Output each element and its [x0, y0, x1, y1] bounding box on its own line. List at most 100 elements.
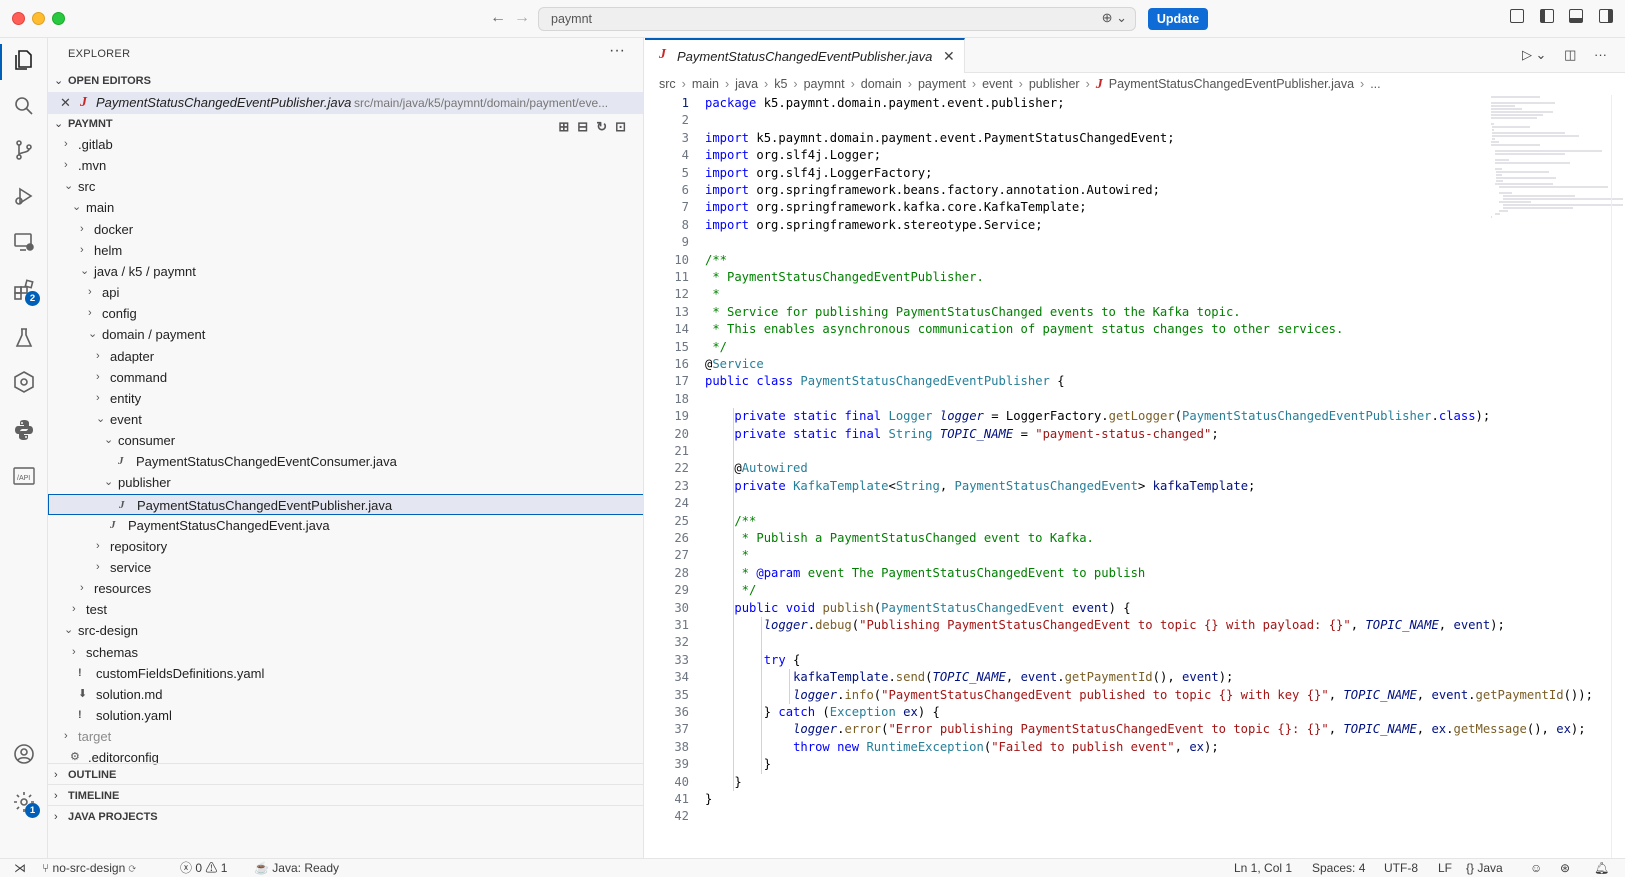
code-line[interactable]: throw new RuntimeException("Failed to pu…	[705, 739, 1219, 756]
breadcrumb-symbol[interactable]: ...	[1370, 77, 1380, 91]
source-control-icon[interactable]	[12, 138, 36, 162]
folder-item[interactable]: ⌄ publisher	[48, 472, 643, 493]
code-editor[interactable]: 1 package k5.paymnt.domain.payment.event.…	[645, 95, 1625, 858]
folder-item[interactable]: ⌄ domain / payment	[48, 324, 643, 345]
folder-item[interactable]: › .mvn	[48, 155, 643, 176]
folder-item[interactable]: ⌄ consumer	[48, 430, 643, 451]
file-item[interactable]: J PaymentStatusChangedEventConsumer.java	[48, 451, 643, 472]
code-line[interactable]: private static final Logger logger = Log…	[705, 408, 1490, 425]
folder-item[interactable]: › api	[48, 282, 643, 303]
java-projects-header[interactable]: › JAVA PROJECTS	[48, 805, 643, 827]
code-line[interactable]: import k5.paymnt.domain.payment.event.Pa…	[705, 130, 1175, 147]
close-window-button[interactable]	[12, 12, 25, 25]
language-mode[interactable]: {} Java	[1466, 859, 1503, 877]
code-line[interactable]: logger.error("Error publishing PaymentSt…	[705, 721, 1586, 738]
folder-item[interactable]: › test	[48, 599, 643, 620]
refresh-icon[interactable]: ↻	[596, 119, 615, 134]
code-line[interactable]: @Autowired	[705, 460, 807, 477]
code-line[interactable]: } catch (Exception ex) {	[705, 704, 940, 721]
breadcrumb-item[interactable]: java	[735, 77, 758, 91]
code-line[interactable]: import org.slf4j.Logger;	[705, 147, 881, 164]
editor-tab[interactable]: J PaymentStatusChangedEventPublisher.jav…	[645, 38, 965, 73]
run-icon[interactable]: ▷ ⌄	[1522, 47, 1547, 62]
folder-item[interactable]: › docker	[48, 219, 643, 240]
code-line[interactable]: * PaymentStatusChangedEventPublisher.	[705, 269, 984, 286]
toggle-primary-sidebar-icon[interactable]	[1539, 9, 1554, 23]
folder-item[interactable]: ⌄ java / k5 / paymnt	[48, 261, 643, 282]
java-status-item[interactable]: ☕ Java: Ready	[254, 859, 339, 877]
line-ending[interactable]: LF	[1438, 859, 1452, 877]
code-line[interactable]: }	[705, 791, 712, 808]
folder-item[interactable]: ⌄ src	[48, 176, 643, 197]
run-and-debug-icon[interactable]	[12, 184, 36, 208]
code-line[interactable]: kafkaTemplate.send(TOPIC_NAME, event.get…	[705, 669, 1233, 686]
code-line[interactable]: import org.springframework.stereotype.Se…	[705, 217, 1043, 234]
folder-item[interactable]: › entity	[48, 388, 643, 409]
code-line[interactable]: package k5.paymnt.domain.payment.event.p…	[705, 95, 1065, 112]
file-item[interactable]: ⬇ solution.md	[48, 684, 643, 705]
file-item[interactable]: ! customFieldsDefinitions.yaml	[48, 663, 643, 684]
kubernetes-icon[interactable]	[12, 370, 36, 394]
toggle-panel-icon[interactable]	[1569, 9, 1584, 23]
code-line[interactable]: * @param event The PaymentStatusChangedE…	[705, 565, 1146, 582]
code-line[interactable]: * Service for publishing PaymentStatusCh…	[705, 304, 1240, 321]
breadcrumb-item[interactable]: src	[659, 77, 676, 91]
minimap[interactable]	[1491, 95, 1623, 218]
close-icon[interactable]: ✕	[60, 92, 71, 114]
new-file-icon[interactable]: ⊞	[558, 119, 577, 134]
code-line[interactable]: private KafkaTemplate<String, PaymentSta…	[705, 478, 1255, 495]
breadcrumb-item[interactable]: paymnt	[804, 77, 845, 91]
extensions-icon[interactable]: 2	[12, 278, 40, 306]
code-line[interactable]: public void publish(PaymentStatusChanged…	[705, 600, 1130, 617]
command-center-search[interactable]: paymnt ⊕ ⌄	[538, 7, 1136, 31]
open-editor-item[interactable]: ✕ J PaymentStatusChangedEventPublisher.j…	[48, 92, 643, 114]
vertical-scrollbar[interactable]	[1611, 95, 1625, 858]
folder-item[interactable]: › command	[48, 367, 643, 388]
folder-item[interactable]: ⌄ main	[48, 197, 643, 218]
close-tab-icon[interactable]: ✕	[943, 48, 955, 65]
code-line[interactable]: /**	[705, 252, 727, 269]
indentation[interactable]: Spaces: 4	[1312, 859, 1365, 877]
remote-explorer-icon[interactable]	[12, 230, 36, 254]
forward-arrow-icon[interactable]: →	[514, 9, 530, 27]
code-line[interactable]: }	[705, 774, 741, 791]
folder-item[interactable]: › .gitlab	[48, 134, 643, 155]
maximize-window-button[interactable]	[52, 12, 65, 25]
copilot-icon[interactable]: ☺	[1530, 859, 1542, 877]
update-button[interactable]: Update	[1148, 8, 1208, 30]
explorer-icon[interactable]	[12, 48, 36, 72]
remote-indicator-icon[interactable]: ⋊	[14, 859, 26, 877]
breadcrumb-item[interactable]: main	[692, 77, 719, 91]
open-editors-header[interactable]: ⌄ OPEN EDITORS	[48, 70, 643, 92]
problems-item[interactable]: ⓧ 0 ⚠ 1	[180, 859, 227, 877]
code-line[interactable]: public class PaymentStatusChangedEventPu…	[705, 373, 1065, 390]
code-line[interactable]: * Publish a PaymentStatusChanged event t…	[705, 530, 1094, 547]
cursor-position[interactable]: Ln 1, Col 1	[1234, 859, 1292, 877]
extension-status-icon[interactable]: ⊛	[1560, 859, 1570, 877]
search-icon[interactable]	[12, 94, 36, 118]
breadcrumb-file[interactable]: PaymentStatusChangedEventPublisher.java	[1109, 77, 1354, 91]
folder-item[interactable]: ⌄ event	[48, 409, 643, 430]
breadcrumb-item[interactable]: publisher	[1029, 77, 1080, 91]
breadcrumb-item[interactable]: k5	[774, 77, 787, 91]
code-line[interactable]: try {	[705, 652, 801, 669]
code-line[interactable]: * This enables asynchronous communicatio…	[705, 321, 1343, 338]
more-actions-icon[interactable]: ···	[1594, 47, 1607, 62]
testing-icon[interactable]	[12, 326, 36, 350]
folder-item[interactable]: › adapter	[48, 346, 643, 367]
breadcrumb-item[interactable]: domain	[861, 77, 902, 91]
settings-gear-icon[interactable]: 1	[12, 790, 40, 818]
code-line[interactable]: import org.slf4j.LoggerFactory;	[705, 165, 932, 182]
code-line[interactable]: @Service	[705, 356, 764, 373]
folder-item[interactable]: › resources	[48, 578, 643, 599]
breadcrumb-item[interactable]: payment	[918, 77, 966, 91]
code-line[interactable]: */	[705, 339, 727, 356]
notifications-icon[interactable]: 🔔︎	[1594, 859, 1609, 877]
outline-header[interactable]: › OUTLINE	[48, 763, 643, 785]
new-folder-icon[interactable]: ⊟	[577, 119, 596, 134]
timeline-header[interactable]: › TIMELINE	[48, 784, 643, 806]
accounts-icon[interactable]	[12, 742, 36, 766]
code-line[interactable]: private static final String TOPIC_NAME =…	[705, 426, 1218, 443]
split-editor-icon[interactable]: ◫	[1564, 47, 1576, 62]
code-line[interactable]: */	[705, 582, 757, 599]
